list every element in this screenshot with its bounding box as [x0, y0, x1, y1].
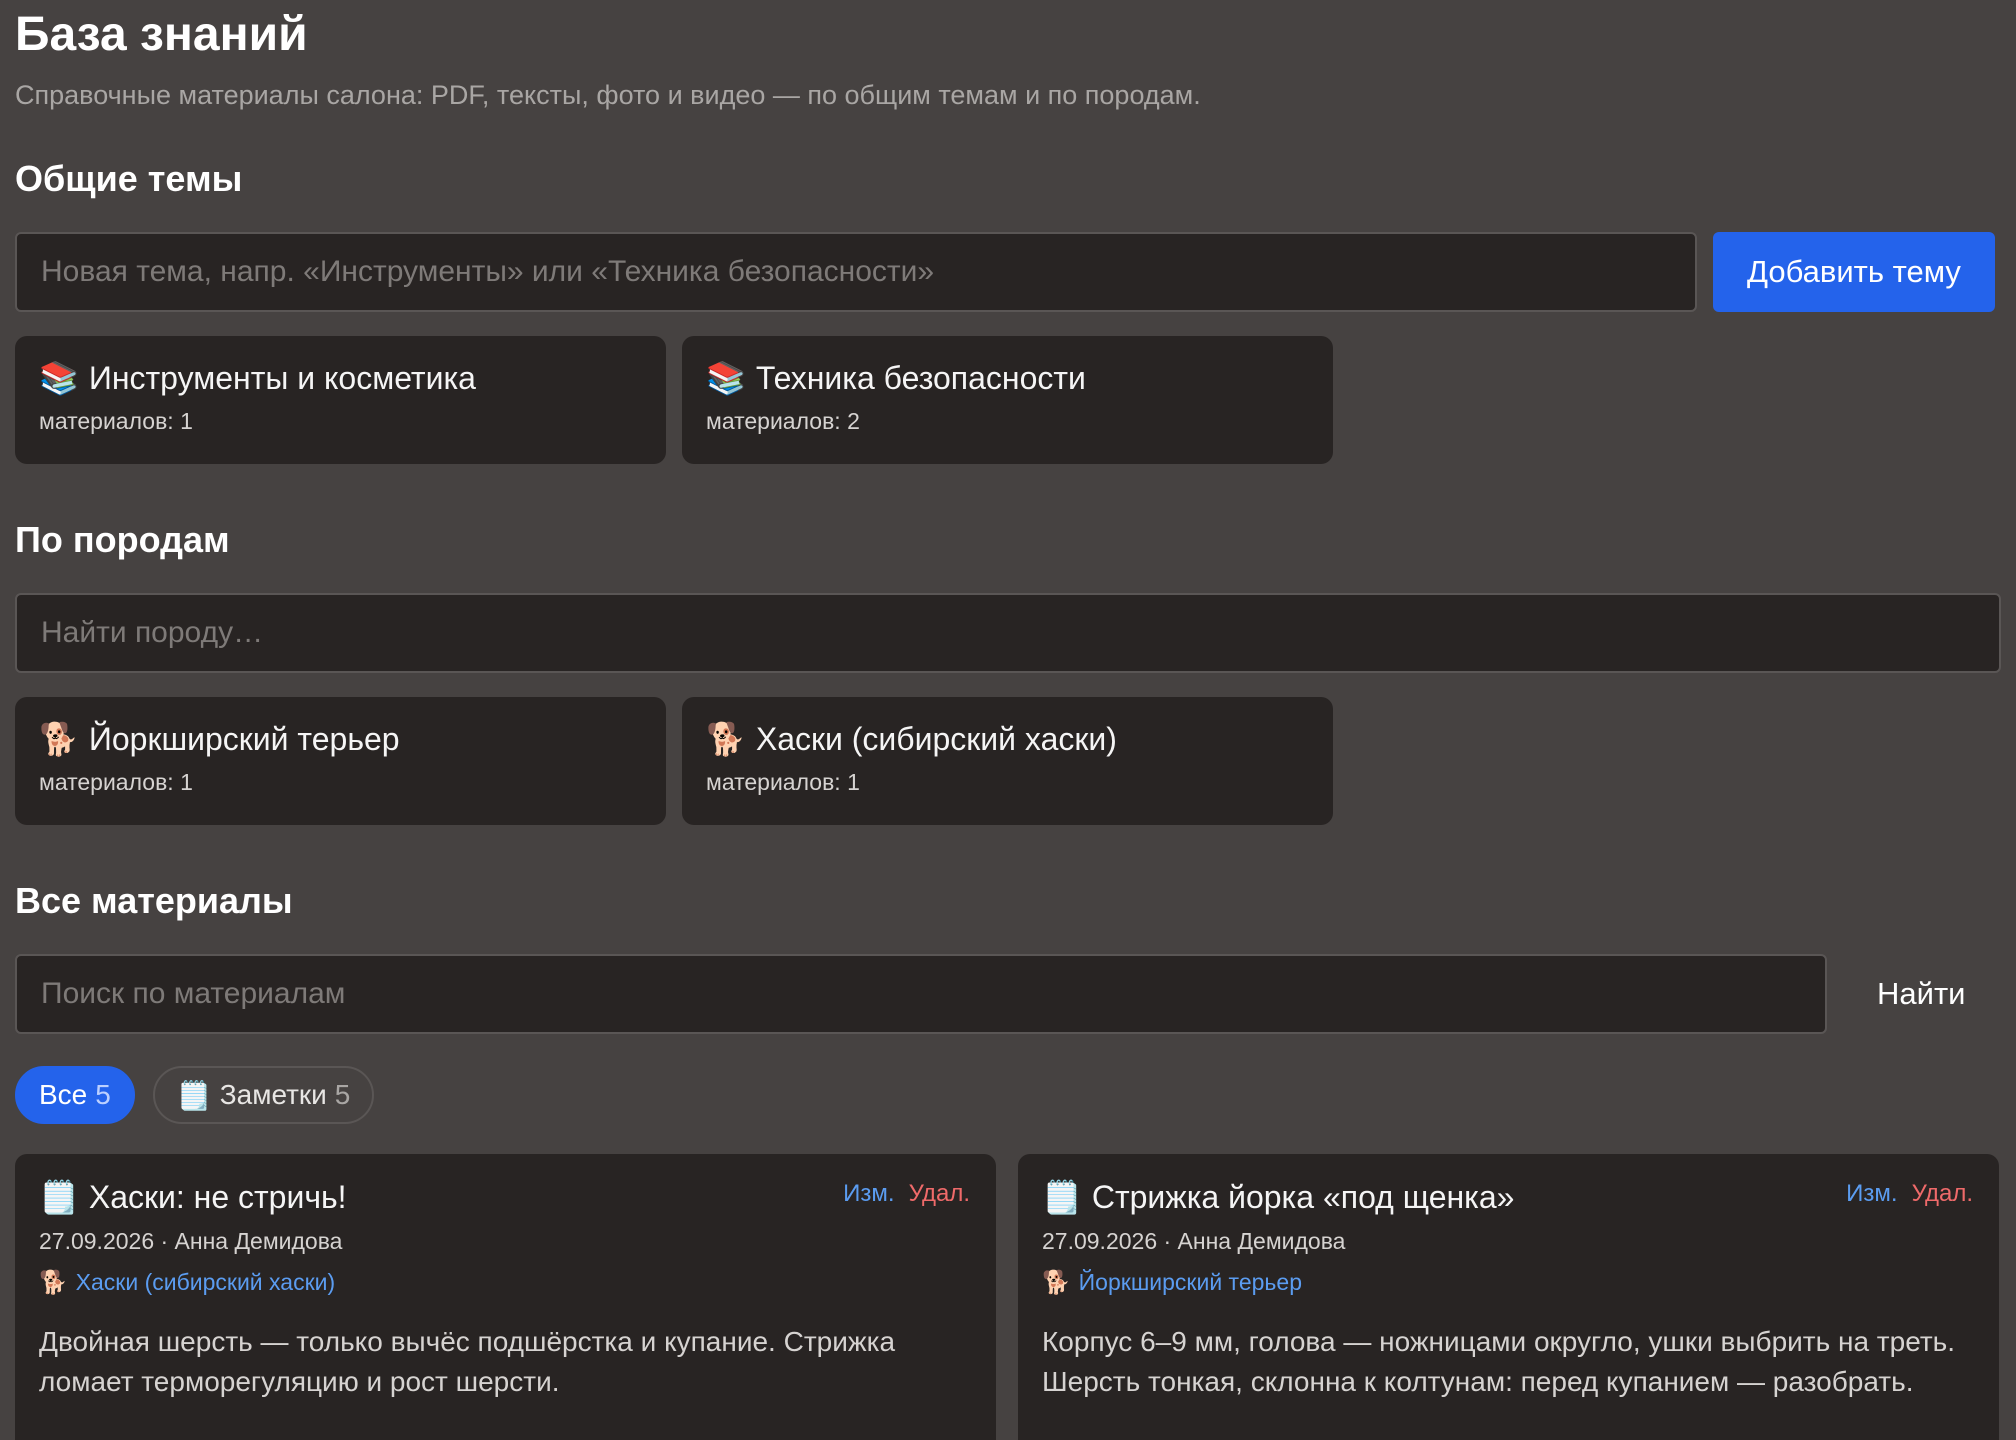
breed-cards: 🐕 Йоркширский терьер материалов: 1 🐕 Хаски…: [15, 697, 2001, 825]
breed-card-title-row: 🐕 Хаски (сибирский хаски): [706, 719, 1309, 759]
books-icon: 📚: [39, 360, 79, 396]
material-body: Корпус 6–9 мм, голова — ножницами округл…: [1042, 1326, 1956, 1397]
material-filters: Все 5 🗒️ Заметки 5: [15, 1066, 2001, 1124]
material-actions: Изм. Удал.: [1846, 1180, 1973, 1208]
filter-notes-count: 5: [334, 1079, 351, 1110]
material-breed-label: Йоркширский терьер: [1078, 1269, 1302, 1295]
material-card: Изм. Удал. 🗒️ Стрижка йорка «под щенка» 27…: [1018, 1154, 1999, 1440]
breed-card[interactable]: 🐕 Йоркширский терьер материалов: 1: [15, 697, 666, 825]
materials-search-input[interactable]: [15, 954, 1827, 1034]
new-topic-input[interactable]: [15, 232, 1697, 312]
breed-card-count: материалов: 1: [706, 769, 860, 795]
topic-card-count: материалов: 1: [39, 408, 193, 434]
materials-search-button[interactable]: Найти: [1843, 954, 1999, 1034]
edit-button[interactable]: Изм.: [843, 1180, 894, 1207]
notepad-icon: 🗒️: [39, 1179, 79, 1215]
topic-cards: 📚 Инструменты и косметика материалов: 1 📚…: [15, 336, 2001, 464]
material-title: Стрижка йорка «под щенка»: [1091, 1179, 1515, 1215]
breed-card-title: Йоркширский терьер: [88, 721, 400, 757]
topic-card-count: материалов: 2: [706, 408, 860, 434]
add-topic-button[interactable]: Добавить тему: [1713, 232, 1995, 312]
edit-button[interactable]: Изм.: [1846, 1180, 1897, 1207]
topics-heading: Общие темы: [15, 158, 243, 199]
dog-icon: 🐕: [1042, 1269, 1071, 1295]
books-icon: 📚: [706, 360, 746, 396]
page-subtitle: Справочные материалы салона: PDF, тексты…: [15, 80, 1201, 110]
breed-card-count: материалов: 1: [39, 769, 193, 795]
topic-card[interactable]: 📚 Техника безопасности материалов: 2: [682, 336, 1333, 464]
breed-search-row: [15, 593, 2001, 673]
materials-search-row: Найти: [15, 954, 2001, 1034]
notepad-icon: 🗒️: [1042, 1179, 1082, 1215]
filter-notes[interactable]: 🗒️ Заметки 5: [152, 1066, 375, 1124]
material-breed-label: Хаски (сибирский хаски): [75, 1269, 336, 1295]
dog-icon: 🐕: [39, 1269, 68, 1295]
topic-card-title: Инструменты и косметика: [88, 360, 476, 396]
material-actions: Изм. Удал.: [843, 1180, 970, 1208]
topic-card-title-row: 📚 Инструменты и косметика: [39, 358, 642, 398]
breed-card-title-row: 🐕 Йоркширский терьер: [39, 719, 642, 759]
new-topic-row: Добавить тему: [15, 232, 2001, 312]
material-title: Хаски: не стричь!: [88, 1179, 347, 1215]
material-title-row: 🗒️ Стрижка йорка «под щенка»: [1042, 1176, 1975, 1218]
dog-icon: 🐕: [39, 721, 79, 757]
breed-card-title: Хаски (сибирский хаски): [755, 721, 1117, 757]
material-meta: 27.09.2026 · Анна Демидова: [1042, 1228, 1346, 1254]
material-breed-link[interactable]: 🐕 Йоркширский терьер: [1042, 1269, 1975, 1296]
topic-card-title-row: 📚 Техника безопасности: [706, 358, 1309, 398]
material-card: Изм. Удал. 🗒️ Хаски: не стричь! 27.09.2026…: [15, 1154, 996, 1440]
breeds-heading: По породам: [15, 519, 230, 560]
filter-all[interactable]: Все 5: [15, 1066, 135, 1124]
material-title-row: 🗒️ Хаски: не стричь!: [39, 1176, 972, 1218]
filter-notes-label: Заметки: [219, 1079, 327, 1110]
material-list: Изм. Удал. 🗒️ Хаски: не стричь! 27.09.2026…: [15, 1154, 2001, 1440]
material-meta: 27.09.2026 · Анна Демидова: [39, 1228, 343, 1254]
dog-icon: 🐕: [706, 721, 746, 757]
filter-all-label: Все: [39, 1079, 88, 1110]
filter-all-count: 5: [95, 1079, 111, 1110]
topic-card-title: Техника безопасности: [755, 360, 1086, 396]
breed-card[interactable]: 🐕 Хаски (сибирский хаски) материалов: 1: [682, 697, 1333, 825]
delete-button[interactable]: Удал.: [1912, 1180, 1973, 1207]
notepad-icon: 🗒️: [176, 1079, 212, 1111]
delete-button[interactable]: Удал.: [909, 1180, 970, 1207]
page-title: База знаний: [15, 8, 308, 61]
material-body: Двойная шерсть — только вычёс подшёрстка…: [39, 1326, 896, 1397]
topic-card[interactable]: 📚 Инструменты и косметика материалов: 1: [15, 336, 666, 464]
material-breed-link[interactable]: 🐕 Хаски (сибирский хаски): [39, 1269, 972, 1296]
knowledge-base-page: База знаний Справочные материалы салона:…: [0, 0, 2016, 1440]
breed-search-input[interactable]: [15, 593, 2001, 673]
materials-heading: Все материалы: [15, 880, 293, 921]
